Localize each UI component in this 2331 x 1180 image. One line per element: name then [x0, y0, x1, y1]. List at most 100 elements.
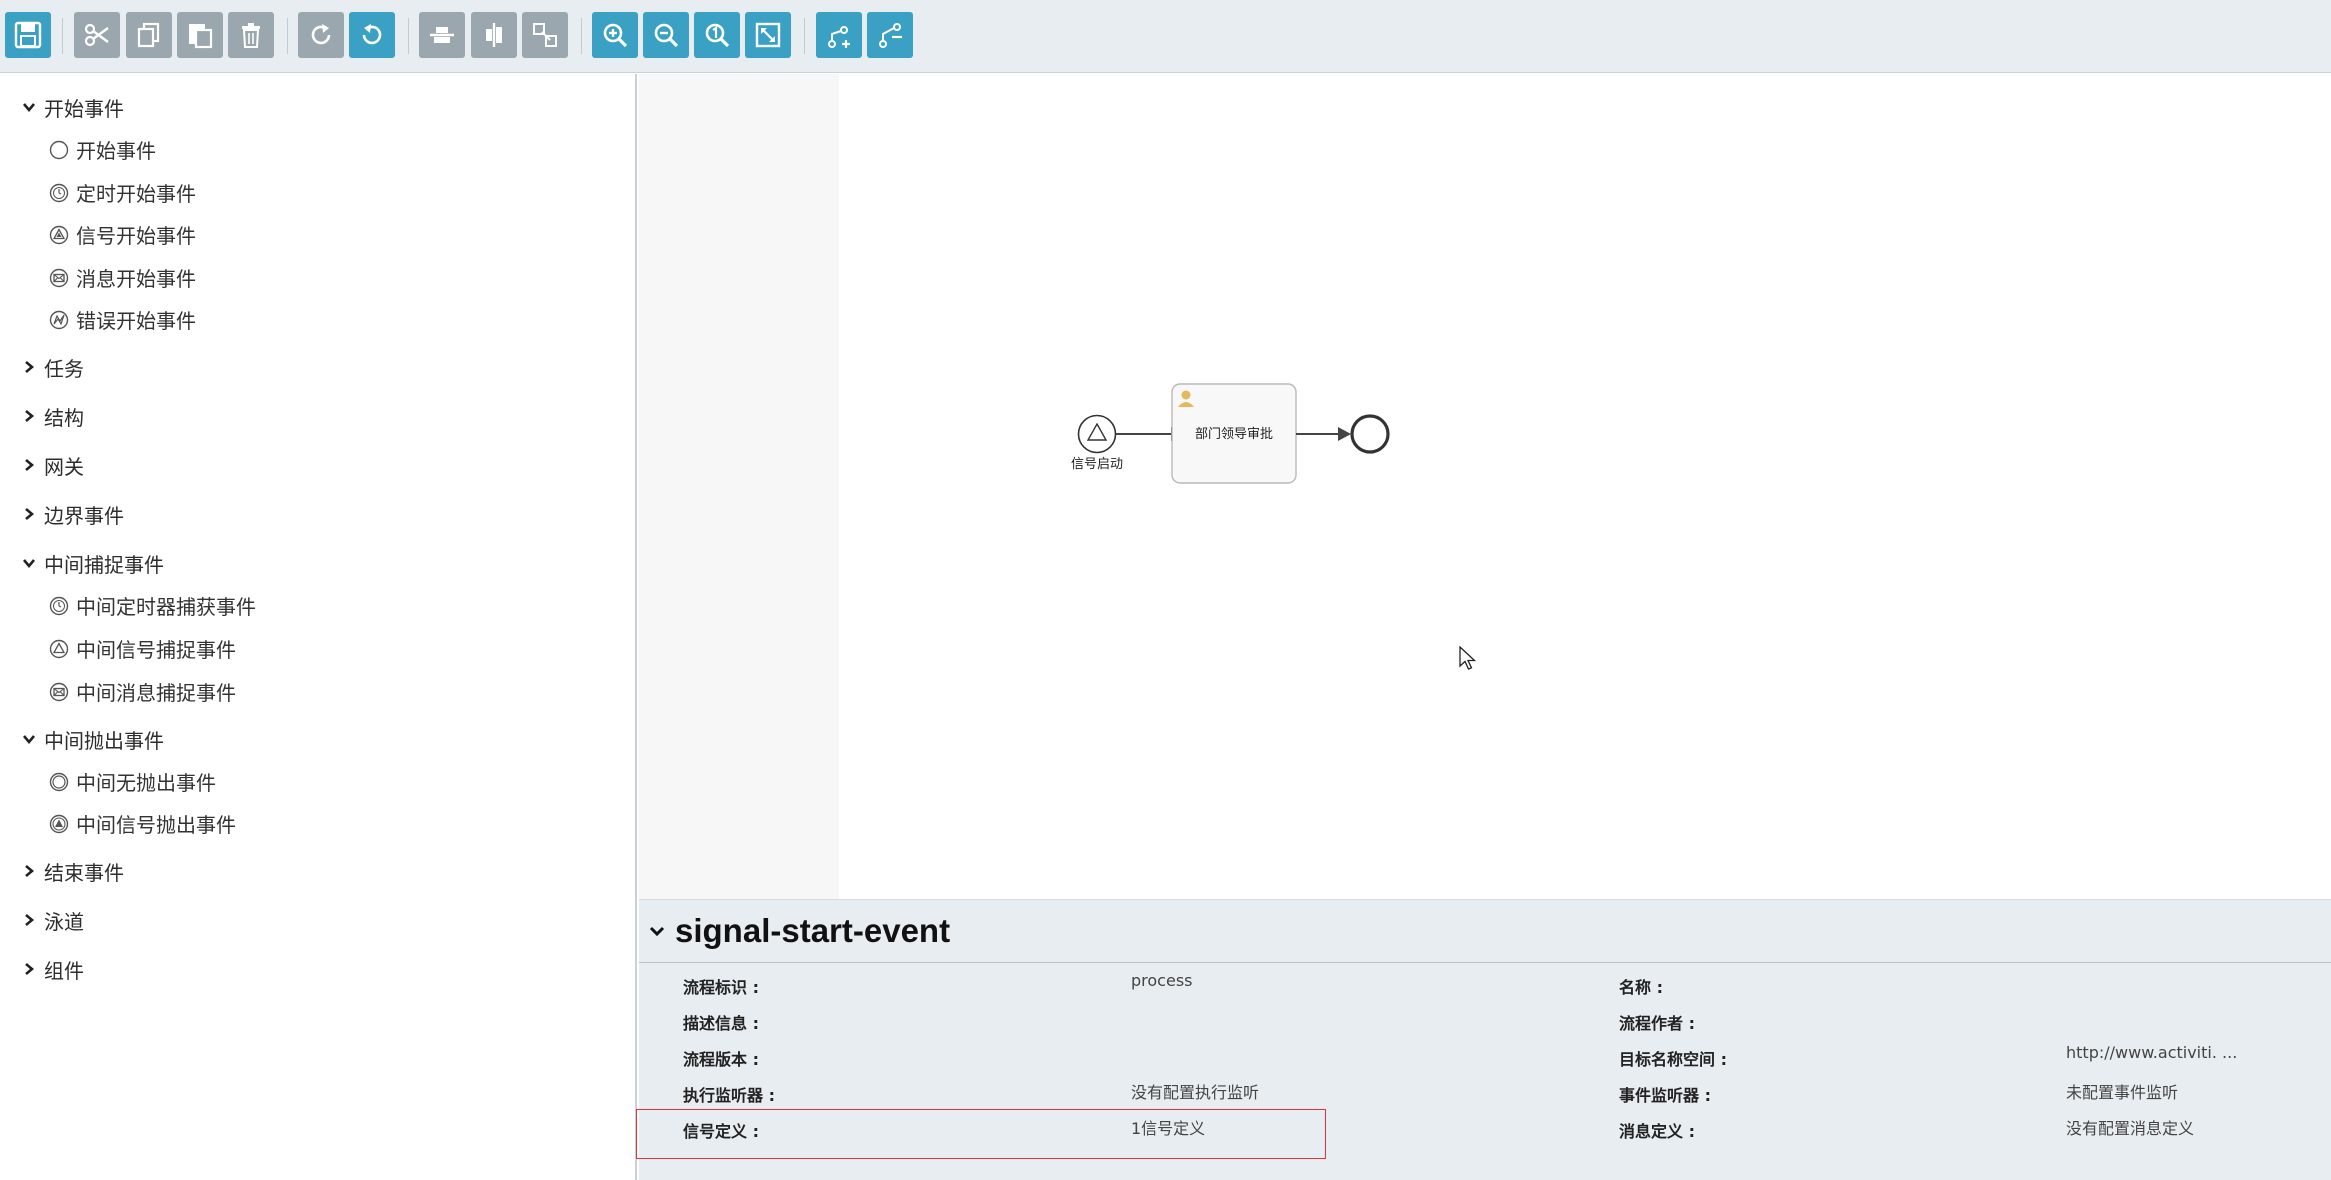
properties-panel: signal-start-event 流程标识 : process 描述信息 :… [636, 899, 2331, 1180]
palette-group-label: 开始事件 [44, 96, 124, 121]
chevron-down-icon [23, 559, 35, 569]
palette-group-label: 中间抛出事件 [44, 728, 164, 753]
palette-item-timer-catch-event[interactable]: 中间定时器捕获事件 [48, 588, 256, 622]
palette-group-structure[interactable]: 结构 [22, 399, 84, 433]
chevron-right-icon [25, 361, 35, 373]
palette-item-message-catch-event[interactable]: 中间消息捕捉事件 [48, 674, 236, 708]
add-bendpoint-button[interactable] [816, 12, 862, 58]
properties-header[interactable]: signal-start-event [639, 900, 2331, 963]
palette-group-label: 泳道 [44, 909, 84, 934]
palette-item-label: 中间无抛出事件 [76, 770, 216, 795]
prop-value-event-listeners[interactable]: 未配置事件监听 [2066, 1079, 2178, 1103]
timer-catch-event-icon [49, 596, 69, 616]
palette-group-end-events[interactable]: 结束事件 [22, 854, 124, 888]
prop-label-process-author: 流程作者 : [1619, 1014, 1695, 1033]
sequence-flow-2[interactable] [1296, 427, 1351, 441]
palette-group-label: 组件 [44, 958, 84, 983]
prop-value-process-id[interactable]: process [1131, 971, 1192, 990]
chevron-right-icon [25, 410, 35, 422]
undo-icon [362, 24, 382, 45]
palette-group-swimlanes[interactable]: 泳道 [22, 903, 84, 937]
zoom-in-icon [603, 23, 628, 48]
prop-label-process-id: 流程标识 : [683, 978, 759, 997]
start-event-icon [49, 140, 69, 160]
chevron-right-icon [25, 865, 35, 877]
palette-item-timer-start-event[interactable]: 定时开始事件 [48, 175, 196, 209]
cut-button[interactable] [74, 12, 120, 58]
palette-item-signal-throw-event[interactable]: 中间信号抛出事件 [48, 806, 236, 840]
zoom-fit-button[interactable] [745, 12, 791, 58]
shape-palette: 开始事件 开始事件 定时开始事件 信号开始事件 消息开始事件 错误开始事件 任务… [0, 74, 637, 1180]
timer-start-event-icon [49, 183, 69, 203]
save-icon [14, 21, 42, 49]
prop-value-execution-listeners[interactable]: 没有配置执行监听 [1131, 1079, 1259, 1103]
prop-label-target-namespace: 目标名称空间 : [1619, 1050, 1727, 1069]
prop-value-signal-definitions[interactable]: 1信号定义 [1131, 1115, 1205, 1139]
palette-group-start-events[interactable]: 开始事件 [22, 90, 124, 124]
palette-item-start-event[interactable]: 开始事件 [48, 132, 156, 166]
remove-bendpoint-button[interactable] [867, 12, 913, 58]
palette-group-label: 网关 [44, 454, 84, 479]
add-bendpoint-icon [828, 26, 850, 48]
undo-button[interactable] [349, 12, 395, 58]
zoom-fit-icon [755, 22, 781, 48]
palette-item-none-throw-event[interactable]: 中间无抛出事件 [48, 764, 216, 798]
signal-throw-event-icon [49, 814, 69, 834]
palette-group-intermediate-catch-events[interactable]: 中间捕捉事件 [22, 546, 164, 580]
palette-group-artifacts[interactable]: 组件 [22, 952, 84, 986]
prop-value-message-definitions[interactable]: 没有配置消息定义 [2066, 1115, 2194, 1139]
palette-group-label: 结束事件 [44, 860, 124, 885]
paste-icon [189, 24, 213, 49]
palette-group-intermediate-throw-events[interactable]: 中间抛出事件 [22, 722, 164, 756]
prop-label-event-listeners: 事件监听器 : [1619, 1086, 1711, 1105]
signal-start-event-icon [49, 225, 69, 245]
save-button[interactable] [5, 12, 51, 58]
zoom-out-button[interactable] [643, 12, 689, 58]
palette-item-signal-catch-event[interactable]: 中间信号捕捉事件 [48, 631, 236, 665]
chevron-right-icon [25, 459, 35, 471]
palette-group-gateways[interactable]: 网关 [22, 448, 84, 482]
align-horizontal-button[interactable] [419, 12, 465, 58]
redo-button[interactable] [298, 12, 344, 58]
palette-item-label: 中间信号捕捉事件 [76, 637, 236, 662]
mouse-cursor-icon [1459, 646, 1477, 670]
signal-start-event-shape[interactable] [1077, 414, 1117, 454]
palette-item-label: 中间消息捕捉事件 [76, 680, 236, 705]
palette-group-tasks[interactable]: 任务 [22, 350, 84, 384]
same-size-icon [533, 23, 557, 47]
none-throw-event-icon [49, 772, 69, 792]
trash-icon [242, 23, 260, 48]
zoom-out-icon [654, 23, 679, 48]
palette-group-label: 边界事件 [44, 503, 124, 528]
delete-button[interactable] [228, 12, 274, 58]
palette-item-label: 开始事件 [76, 138, 156, 163]
paste-button[interactable] [177, 12, 223, 58]
chevron-right-icon [25, 914, 35, 926]
toolbar [0, 0, 2331, 73]
palette-item-error-start-event[interactable]: 错误开始事件 [48, 302, 196, 336]
prop-label-process-version: 流程版本 : [683, 1050, 759, 1069]
copy-icon [137, 22, 160, 48]
palette-item-message-start-event[interactable]: 消息开始事件 [48, 260, 196, 294]
end-event-shape[interactable] [1350, 414, 1390, 454]
prop-label-signal-definitions: 信号定义 : [683, 1122, 759, 1141]
zoom-actual-button[interactable] [694, 12, 740, 58]
toolbar-separator [581, 18, 582, 54]
palette-item-label: 定时开始事件 [76, 181, 196, 206]
diagram-canvas[interactable]: 信号启动 部门领导审批 [639, 74, 2331, 899]
palette-item-signal-start-event[interactable]: 信号开始事件 [48, 217, 196, 251]
palette-group-label: 结构 [44, 405, 84, 430]
start-event-label: 信号启动 [1071, 457, 1123, 472]
message-catch-event-icon [49, 682, 69, 702]
signal-catch-event-icon [49, 639, 69, 659]
zoom-in-button[interactable] [592, 12, 638, 58]
chevron-down-icon [649, 926, 665, 937]
zoom-actual-icon [705, 23, 730, 48]
copy-button[interactable] [126, 12, 172, 58]
palette-group-boundary-events[interactable]: 边界事件 [22, 497, 124, 531]
properties-title: signal-start-event [675, 912, 951, 949]
chevron-right-icon [25, 963, 35, 975]
align-vertical-button[interactable] [471, 12, 517, 58]
same-size-button[interactable] [522, 12, 568, 58]
prop-value-target-namespace[interactable]: http://www.activiti. ... [2066, 1043, 2237, 1062]
